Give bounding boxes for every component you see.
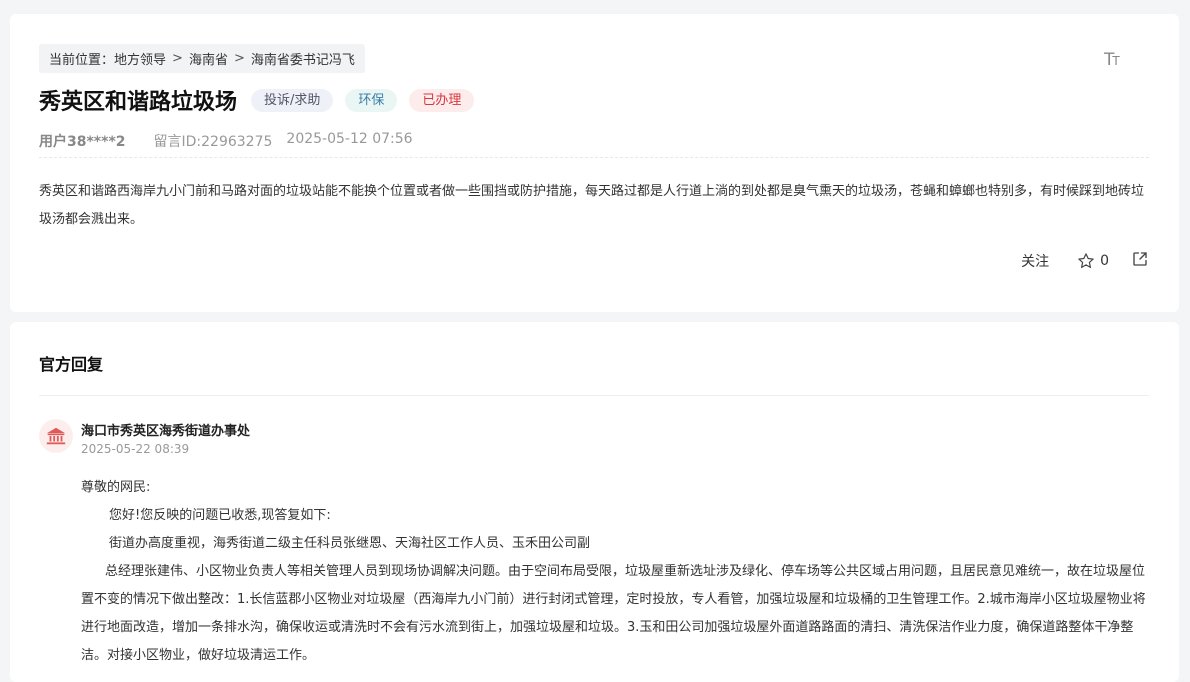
breadcrumb-prefix: 当前位置： (49, 53, 115, 68)
breadcrumb-item-local-leaders[interactable]: 地方领导 (114, 49, 166, 68)
status-badge: 已办理 (409, 88, 475, 112)
font-size-icon[interactable]: TT (1104, 50, 1120, 70)
reply-section-title: 官方回复 (39, 355, 104, 374)
post-user: 用户38****2 (39, 134, 126, 150)
reply-paragraph: 街道办高度重视，海秀街道二级主任科员张继恩、天海社区工作人员、玉禾田公司副 (109, 536, 591, 551)
share-icon (1133, 252, 1147, 266)
reply-paragraph: 您好!您反映的问题已收悉,现答复如下: (109, 508, 331, 523)
government-building-icon (46, 427, 66, 445)
post-meta: 用户38****2 留言ID:22963275 2025-05-12 07:56 (39, 131, 441, 151)
post-message-id: 留言ID:22963275 (153, 134, 273, 150)
breadcrumb-separator: > (172, 51, 183, 66)
breadcrumb-item-secretary[interactable]: 海南省委书记冯飞 (251, 49, 355, 68)
star-icon (1078, 253, 1094, 268)
share-button[interactable] (1131, 250, 1149, 272)
post-actions: 关注 0 (1021, 250, 1149, 272)
avatar (39, 419, 73, 453)
favorite-count: 0 (1100, 253, 1109, 269)
post-time: 2025-05-12 07:56 (286, 131, 413, 147)
tag-topic: 环保 (345, 88, 398, 112)
breadcrumb-separator: > (233, 51, 245, 66)
follow-button[interactable]: 关注 (1021, 251, 1049, 271)
divider (39, 157, 1149, 158)
title-row: 秀英区和谐路垃圾场 投诉/求助 环保 已办理 (39, 84, 475, 116)
post-title: 秀英区和谐路垃圾场 (39, 90, 238, 115)
breadcrumb: 当前位置： 地方领导 > 海南省 > 海南省委书记冯飞 (39, 44, 365, 73)
reply-time: 2025-05-22 08:39 (81, 442, 190, 456)
reply-card: 官方回复 海口市秀英区海秀街道办事处 2025-05-22 08:39 尊敬的网… (10, 322, 1179, 682)
tag-type: 投诉/求助 (251, 88, 334, 112)
reply-org-name: 海口市秀英区海秀街道办事处 (81, 424, 251, 439)
favorite-button[interactable]: 0 (1077, 252, 1109, 270)
divider (39, 395, 1149, 396)
reply-paragraph: 总经理张建伟、小区物业负责人等相关管理人员到现场协调解决问题。由于空间布局受限，… (81, 564, 1146, 663)
breadcrumb-item-hainan[interactable]: 海南省 (189, 49, 228, 68)
post-card: 当前位置： 地方领导 > 海南省 > 海南省委书记冯飞 TT 秀英区和谐路垃圾场… (10, 14, 1179, 312)
reply-body: 尊敬的网民: 您好!您反映的问题已收悉,现答复如下: 街道办高度重视，海秀街道二… (81, 474, 1153, 670)
post-content: 秀英区和谐路西海岸九小门前和马路对面的垃圾站能不能换个位置或者做一些围挡或防护措… (39, 184, 1145, 227)
reply-greeting: 尊敬的网民: (81, 480, 151, 495)
